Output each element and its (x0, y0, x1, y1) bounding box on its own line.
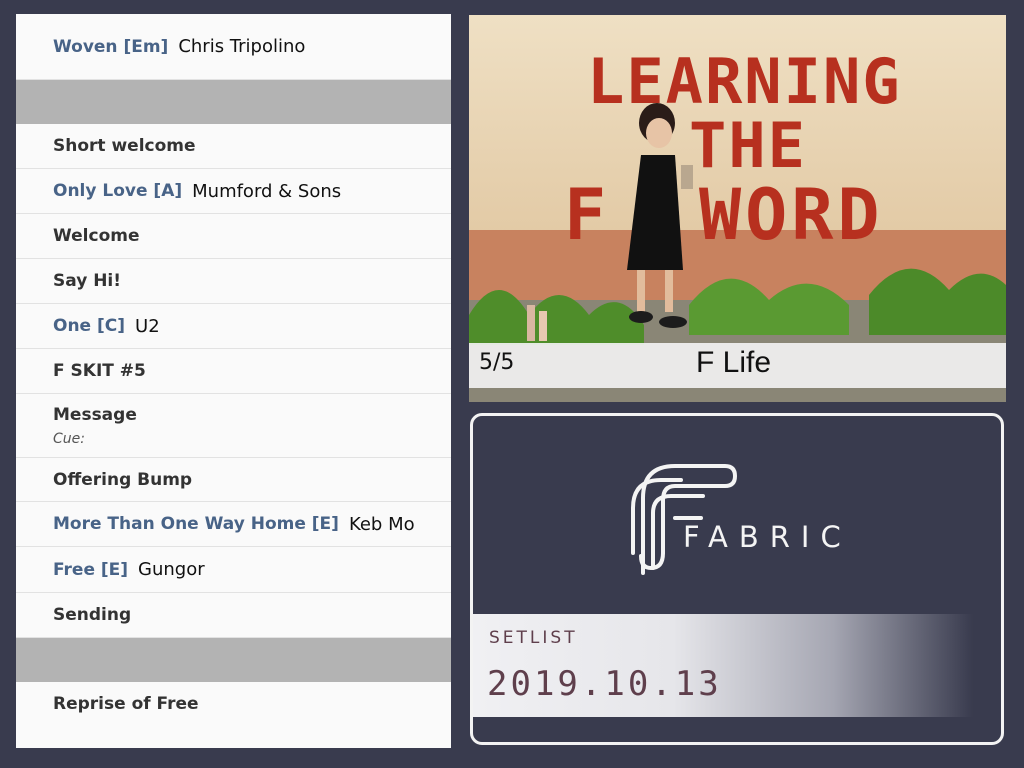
song-artist: Gungor (138, 559, 205, 580)
item-title: Reprise of Free (53, 694, 199, 714)
song-artist: Chris Tripolino (178, 36, 306, 57)
setlist-row-song[interactable]: Free [E] Gungor (16, 547, 451, 593)
wall-text-line2: THE (689, 109, 807, 182)
item-title: Message (53, 404, 137, 425)
item-title: F SKIT #5 (53, 361, 146, 381)
brand-logo-text: FABRIC (683, 520, 852, 554)
song-title: One [C] (53, 316, 126, 336)
song-title: Only Love [A] (53, 181, 183, 201)
setlist-band: SETLIST 2019.10.13 (473, 614, 973, 717)
setlist-row-item[interactable]: Offering Bump (16, 458, 451, 502)
slide-artwork: LEARNING THE F WORD 5/5 F Life (469, 15, 1006, 402)
setlist-row-song[interactable]: Woven [Em] Chris Tripolino (16, 14, 451, 80)
setlist-row-item[interactable]: Short welcome (16, 124, 451, 169)
wall-text-f: F (564, 174, 606, 256)
wall-text-line1: LEARNING (587, 45, 902, 118)
setlist-row-song[interactable]: More Than One Way Home [E] Keb Mo (16, 502, 451, 547)
setlist-row-item[interactable]: Sending (16, 593, 451, 638)
slide-title: F Life (696, 346, 772, 379)
wall-text-word: WORD (699, 174, 884, 256)
setlist-label: SETLIST (489, 628, 578, 648)
fabric-logo-icon (631, 464, 737, 575)
setlist-date: 2019.10.13 (487, 664, 722, 704)
item-title: Sending (53, 605, 132, 625)
item-title: Welcome (53, 226, 140, 246)
item-title: Offering Bump (53, 469, 193, 490)
song-title: Woven [Em] (53, 36, 169, 57)
slide-counter: 5/5 (479, 350, 515, 375)
setlist-row-song[interactable]: One [C] U2 (16, 304, 451, 349)
setlist-row-item[interactable]: F SKIT #5 (16, 349, 451, 394)
song-title: Free [E] (53, 559, 129, 580)
item-title: Short welcome (53, 136, 196, 156)
item-title: Say Hi! (53, 271, 121, 291)
setlist-row-item[interactable]: Say Hi! (16, 259, 451, 304)
message-cue: Cue: (53, 430, 85, 447)
setlist-divider (16, 80, 451, 124)
setlist-row-item[interactable]: Welcome (16, 214, 451, 259)
setlist-row-message[interactable]: Message Cue: (16, 394, 451, 458)
song-title: More Than One Way Home [E] (53, 514, 339, 534)
song-artist: Keb Mo (348, 513, 415, 535)
song-artist: U2 (135, 315, 160, 337)
song-artist: Mumford & Sons (192, 180, 342, 202)
setlist-divider (16, 638, 451, 682)
brand-card: FABRIC SETLIST 2019.10.13 (470, 413, 1004, 745)
setlist-panel: Woven [Em] Chris Tripolino Short welcome… (16, 14, 451, 748)
slide-caption-bar: 5/5 F Life (469, 343, 1006, 388)
setlist-row-song[interactable]: Only Love [A] Mumford & Sons (16, 169, 451, 214)
setlist-row-item[interactable]: Reprise of Free (16, 682, 451, 726)
